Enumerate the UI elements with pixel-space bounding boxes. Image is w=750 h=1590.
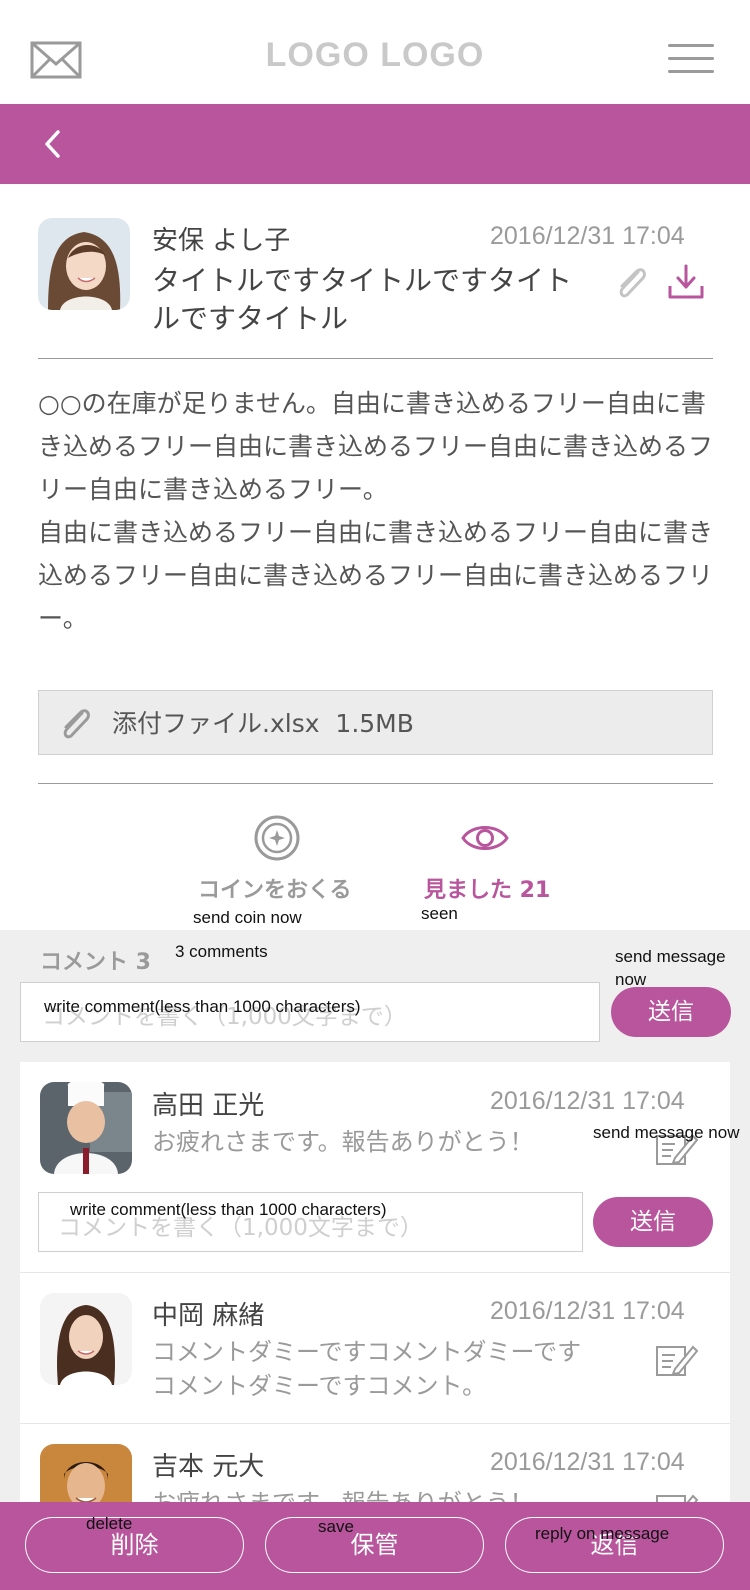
eye-icon <box>461 826 509 850</box>
divider <box>38 358 713 359</box>
send-coin-note: send coin now <box>193 908 302 927</box>
save-button[interactable]: 保管 <box>265 1517 484 1573</box>
delete-button[interactable]: 削除 <box>25 1517 244 1573</box>
sender-avatar <box>38 218 130 310</box>
edit-reply-icon[interactable] <box>655 1343 699 1377</box>
divider <box>38 783 713 784</box>
comments-heading: コメント 3 <box>40 950 151 975</box>
commenter-name: 高田 正光 <box>152 1091 265 1121</box>
comment-text: コメントダミーですコメントダミーですコメントダミーですコメント。 <box>152 1338 582 1400</box>
comment-text: お疲れさまです。報告ありがとう！ <box>152 1128 534 1156</box>
message-title: タイトルですタイトルですタイトルですタイトル <box>152 264 573 335</box>
reply-input-note: write comment(less than 1000 characters) <box>70 1200 387 1219</box>
commenter-avatar <box>40 1082 132 1174</box>
reply-note: reply on message <box>535 1524 670 1543</box>
message-body: ○○の在庫が足りません。自由に書き込めるフリー自由に書き込めるフリー自由に書き込… <box>38 382 718 640</box>
attachment-label[interactable]: 添付ファイル.xlsx 1.5MB <box>112 704 414 740</box>
attachment-paperclip-icon <box>63 709 90 739</box>
send-reply-button[interactable]: 送信 <box>593 1197 713 1247</box>
attachment-size: 1.5MB <box>335 709 414 738</box>
sender-name: 安保 よし子 <box>152 226 291 256</box>
sub-header-bar <box>0 104 750 184</box>
edit-reply-note: send message now <box>593 1123 740 1142</box>
send-comment-button[interactable]: 送信 <box>611 987 731 1037</box>
comment-input-note: write comment(less than 1000 characters) <box>44 997 361 1016</box>
comment-date: 2016/12/31 17:04 <box>490 1087 685 1115</box>
message-paragraph: 自由に書き込めるフリー自由に書き込めるフリー自由に書き込めるフリー自由に書き込め… <box>38 518 714 633</box>
send-note: send message now <box>615 947 726 989</box>
seen-note: seen <box>421 904 458 923</box>
delete-note: delete <box>86 1514 133 1533</box>
paperclip-icon <box>619 268 646 298</box>
commenter-name: 中岡 麻緒 <box>152 1301 265 1331</box>
comment-date: 2016/12/31 17:04 <box>490 1297 685 1325</box>
download-icon[interactable] <box>666 262 706 302</box>
attachment-filename: 添付ファイル.xlsx <box>112 709 320 738</box>
send-coin-button[interactable]: コインをおくる <box>198 872 352 904</box>
save-note: save <box>318 1517 354 1536</box>
comments-count-note: 3 comments <box>175 942 268 961</box>
message-paragraph: ○○の在庫が足りません。自由に書き込めるフリー自由に書き込めるフリー自由に書き込… <box>38 389 714 504</box>
seen-count: 見ました 21 <box>424 878 551 903</box>
commenter-name: 吉本 元大 <box>152 1452 265 1482</box>
comment-date: 2016/12/31 17:04 <box>490 1448 685 1476</box>
logo[interactable]: LOGO LOGO <box>0 36 750 75</box>
commenter-avatar <box>40 1293 132 1385</box>
hamburger-menu-icon[interactable] <box>668 42 714 76</box>
message-date: 2016/12/31 17:04 <box>490 222 685 250</box>
coin-icon[interactable] <box>253 814 301 862</box>
back-arrow-icon[interactable] <box>38 124 68 164</box>
